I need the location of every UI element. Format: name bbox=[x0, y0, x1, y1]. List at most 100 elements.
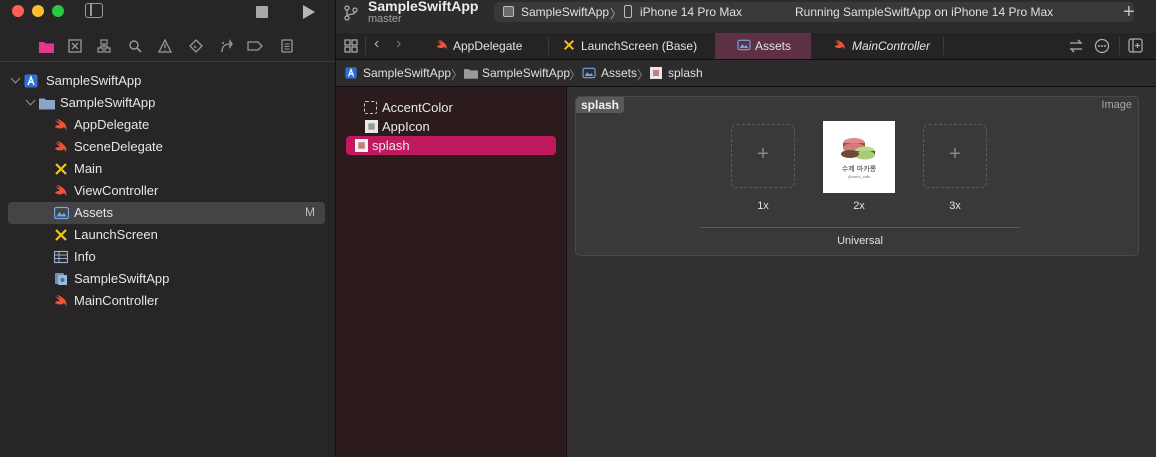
scale-label: 2x bbox=[853, 200, 865, 212]
run-status-text: Running SampleSwiftApp on iPhone 14 Pro … bbox=[795, 5, 1054, 19]
asset-name-tag[interactable]: splash bbox=[576, 97, 625, 113]
tree-file-label: SceneDelegate bbox=[74, 139, 163, 154]
navigator-divider bbox=[0, 61, 335, 62]
entitlements-icon bbox=[55, 273, 67, 285]
debug-icon[interactable] bbox=[218, 38, 234, 54]
tab-label: Assets bbox=[755, 39, 792, 53]
asset-row-selected[interactable]: splash bbox=[346, 136, 556, 155]
project-title: SampleSwiftApp bbox=[368, 0, 479, 14]
asset-catalog-icon bbox=[54, 206, 69, 220]
source-control-icon[interactable] bbox=[67, 38, 83, 54]
project-icon bbox=[345, 67, 357, 79]
find-icon[interactable] bbox=[127, 38, 143, 54]
tab-separator bbox=[943, 37, 944, 55]
report-icon[interactable] bbox=[279, 38, 295, 54]
tree-file-row[interactable]: MainController bbox=[8, 290, 325, 312]
project-icon bbox=[24, 74, 38, 88]
tree-file-label: ViewController bbox=[74, 183, 159, 198]
sidebar-toggle-icon[interactable] bbox=[85, 3, 103, 18]
back-icon[interactable]: ‹ bbox=[374, 36, 379, 52]
storyboard-icon bbox=[55, 229, 67, 241]
minimize-window-button[interactable] bbox=[32, 5, 44, 17]
idiom-divider bbox=[700, 227, 1020, 228]
tree-file-row[interactable]: Main bbox=[8, 158, 325, 180]
forward-icon[interactable]: › bbox=[396, 36, 401, 52]
swift-icon bbox=[55, 141, 67, 152]
slot-2x-image[interactable]: 수제 마카롱 @cand_cafe bbox=[823, 121, 895, 193]
tree-file-label: Info bbox=[74, 249, 96, 264]
zoom-window-button[interactable] bbox=[52, 5, 64, 17]
image-caption: 수제 마카롱 bbox=[841, 165, 877, 173]
window-titlebar bbox=[0, 0, 335, 26]
tab-maincontroller[interactable]: MainController bbox=[812, 33, 942, 59]
grid-icon[interactable] bbox=[344, 39, 358, 53]
image-set-group: splash Image + 수제 마카롱 @cand_cafe + 1x 2x… bbox=[575, 96, 1139, 256]
tree-file-label: MainController bbox=[74, 293, 159, 308]
asset-catalog-icon bbox=[737, 39, 751, 51]
breadcrumb-project[interactable]: SampleSwiftApp bbox=[363, 66, 451, 80]
add-icon[interactable]: + bbox=[1123, 1, 1135, 24]
tree-file-row[interactable]: Info bbox=[8, 246, 325, 268]
breakpoint-icon[interactable] bbox=[247, 38, 263, 54]
jump-bar: SampleSwiftApp 〉 SampleSwiftApp 〉 Assets… bbox=[336, 60, 1156, 87]
scheme-selector[interactable]: SampleSwiftApp bbox=[521, 5, 609, 19]
run-icon[interactable] bbox=[303, 5, 315, 19]
swap-arrows-icon[interactable] bbox=[1068, 39, 1084, 53]
close-window-button[interactable] bbox=[12, 5, 24, 17]
app-icon-set-icon bbox=[365, 120, 378, 133]
tree-file-row[interactable]: SceneDelegate bbox=[8, 136, 325, 158]
tree-file-row-selected[interactable]: Assets M bbox=[8, 202, 325, 224]
breadcrumb-asset[interactable]: splash bbox=[668, 66, 703, 80]
tree-file-label: SampleSwiftApp bbox=[74, 271, 170, 286]
macaron-image bbox=[841, 138, 875, 160]
slot-1x-dropzone[interactable]: + bbox=[731, 124, 795, 188]
chevron-right-icon: 〉 bbox=[569, 68, 582, 82]
stop-icon[interactable] bbox=[256, 6, 268, 18]
chevron-down-icon[interactable] bbox=[10, 73, 21, 84]
add-editor-icon[interactable] bbox=[1128, 38, 1143, 53]
swift-icon bbox=[55, 185, 67, 196]
editor-tab-bar: ‹ › AppDelegate LaunchScreen (Base) Asse… bbox=[336, 33, 1156, 60]
toolbar: SampleSwiftApp master SampleSwiftApp 〉 i… bbox=[336, 0, 1156, 33]
tab-launchscreen[interactable]: LaunchScreen (Base) bbox=[549, 33, 714, 59]
breadcrumb-catalog[interactable]: Assets bbox=[601, 66, 637, 80]
plus-icon: + bbox=[949, 143, 961, 165]
folder-icon[interactable] bbox=[38, 38, 54, 54]
symbol-icon[interactable] bbox=[96, 38, 112, 54]
tree-project-label: SampleSwiftApp bbox=[46, 73, 142, 88]
tree-file-row[interactable]: LaunchScreen bbox=[8, 224, 325, 246]
tab-label: LaunchScreen (Base) bbox=[581, 39, 698, 53]
tree-project-row[interactable]: SampleSwiftApp bbox=[8, 70, 325, 92]
breadcrumb-group[interactable]: SampleSwiftApp bbox=[482, 66, 570, 80]
tree-group-row[interactable]: SampleSwiftApp bbox=[8, 92, 325, 114]
issue-icon[interactable] bbox=[157, 38, 173, 54]
scale-label: 1x bbox=[757, 200, 769, 212]
tree-file-label: AppDelegate bbox=[74, 117, 150, 132]
asset-row[interactable]: AccentColor bbox=[346, 98, 556, 117]
asset-row[interactable]: AppIcon bbox=[346, 117, 556, 136]
swift-icon bbox=[55, 295, 67, 306]
tree-file-row[interactable]: ViewController bbox=[8, 180, 325, 202]
app-icon bbox=[503, 6, 514, 17]
asset-list: AccentColor AppIcon splash bbox=[336, 87, 566, 457]
chevron-down-icon[interactable] bbox=[25, 95, 36, 106]
tree-file-row[interactable]: AppDelegate bbox=[8, 114, 325, 136]
chevron-right-icon: 〉 bbox=[451, 68, 464, 82]
tab-label: AppDelegate bbox=[453, 39, 523, 53]
swift-icon bbox=[55, 119, 67, 130]
device-selector[interactable]: iPhone 14 Pro Max bbox=[640, 5, 742, 19]
branch-name[interactable]: master bbox=[368, 13, 402, 25]
tree-group-label: SampleSwiftApp bbox=[60, 95, 156, 110]
tab-appdelegate[interactable]: AppDelegate bbox=[422, 33, 532, 59]
test-icon[interactable] bbox=[188, 38, 204, 54]
activity-bar: SampleSwiftApp 〉 iPhone 14 Pro Max Runni… bbox=[494, 2, 1134, 22]
slot-3x-dropzone[interactable]: + bbox=[923, 124, 987, 188]
tab-assets[interactable]: Assets bbox=[715, 33, 811, 59]
chevron-right-icon: 〉 bbox=[610, 7, 623, 21]
chevron-right-icon: 〉 bbox=[637, 68, 650, 82]
navigator-pane: SampleSwiftApp SampleSwiftApp AppDelegat… bbox=[0, 0, 335, 457]
swift-icon bbox=[436, 39, 447, 50]
tree-file-row[interactable]: SampleSwiftApp bbox=[8, 268, 325, 290]
tree-file-label: LaunchScreen bbox=[74, 227, 158, 242]
more-options-icon[interactable] bbox=[1094, 38, 1110, 54]
